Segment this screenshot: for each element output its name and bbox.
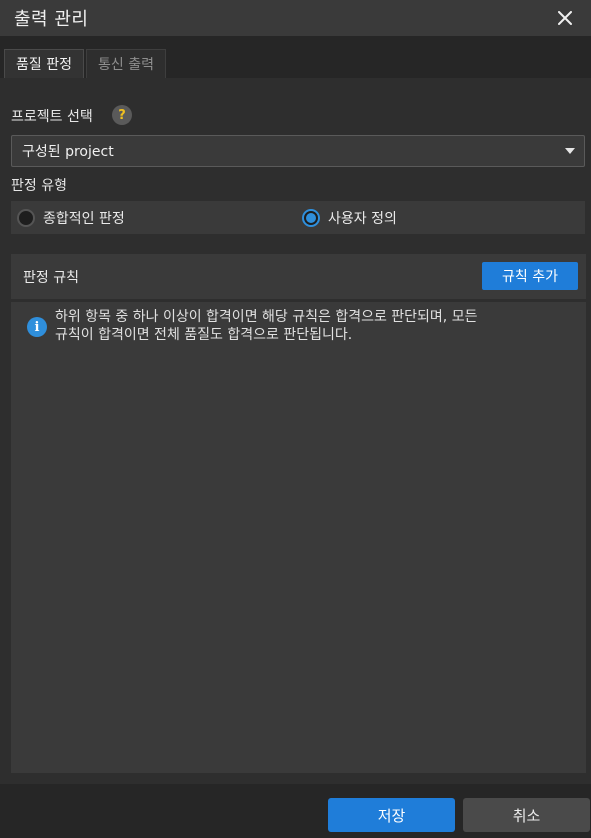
judgment-type-label: 판정 유형 — [11, 178, 67, 194]
judgment-rules-panel: i 하위 항목 중 하나 이상이 합격이면 해당 규칙은 합격으로 판단되며, … — [11, 302, 586, 773]
rules-info-text: 하위 항목 중 하나 이상이 합격이면 해당 규칙은 합격으로 판단되며, 모든… — [55, 308, 565, 344]
title-bar: 출력 관리 — [0, 0, 591, 36]
judgment-rules-title: 판정 규칙 — [23, 270, 79, 286]
radio-button-checked[interactable] — [302, 208, 320, 227]
radio-button-unchecked[interactable] — [17, 208, 35, 227]
help-icon[interactable]: ? — [112, 105, 132, 125]
output-management-dialog: 출력 관리 품질 판정 통신 출력 프로젝트 선택 ? 구성된 project … — [0, 0, 591, 838]
radio-label: 종합적인 판정 — [43, 210, 125, 227]
judgment-rules-header: 판정 규칙 규칙 추가 — [11, 254, 586, 299]
project-select-label: 프로젝트 선택 — [11, 109, 93, 125]
radio-comprehensive-judgment[interactable]: 종합적인 판정 — [17, 201, 125, 234]
tab-communication-output[interactable]: 통신 출력 — [86, 49, 166, 78]
tab-quality-judgment[interactable]: 품질 판정 — [4, 49, 84, 78]
project-dropdown-value: 구성된 project — [22, 144, 114, 160]
tab-content: 프로젝트 선택 ? 구성된 project 판정 유형 종합적인 판정 사용자 … — [0, 78, 591, 784]
radio-label: 사용자 정의 — [328, 210, 397, 227]
rules-info-line-2: 규칙이 합격이면 전체 품질도 합격으로 판단됩니다. — [55, 327, 353, 343]
info-icon: i — [27, 317, 47, 337]
chevron-down-icon — [565, 148, 575, 154]
close-icon — [558, 11, 572, 25]
project-dropdown[interactable]: 구성된 project — [11, 135, 585, 167]
save-button[interactable]: 저장 — [328, 798, 455, 832]
radio-user-defined[interactable]: 사용자 정의 — [302, 201, 397, 234]
dialog-footer: 저장 취소 — [0, 784, 591, 838]
window-title: 출력 관리 — [14, 9, 89, 30]
add-rule-button[interactable]: 규칙 추가 — [482, 262, 578, 290]
judgment-type-radio-group: 종합적인 판정 사용자 정의 — [11, 201, 585, 234]
rules-info-line-1: 하위 항목 중 하나 이상이 합격이면 해당 규칙은 합격으로 판단되며, 모든 — [55, 309, 478, 325]
close-button[interactable] — [553, 6, 577, 30]
cancel-button[interactable]: 취소 — [463, 798, 590, 832]
tab-bar: 품질 판정 통신 출력 — [0, 36, 591, 78]
